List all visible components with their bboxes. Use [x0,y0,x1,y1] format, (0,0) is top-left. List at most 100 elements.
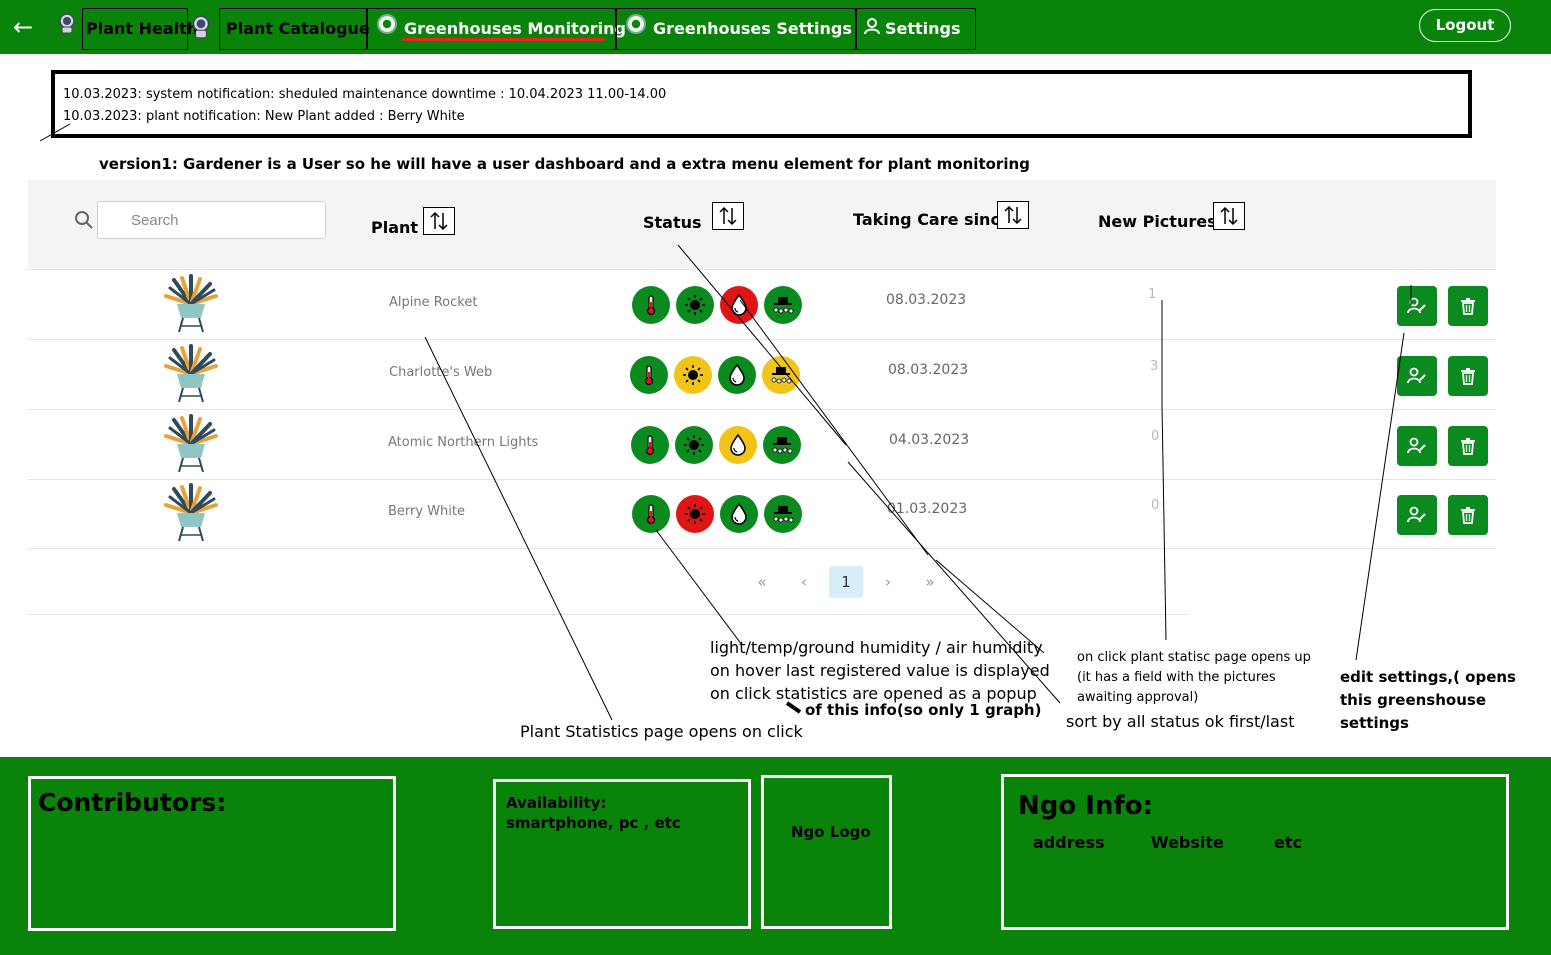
plant-image [160,483,222,543]
row-divider [28,269,1496,270]
status-sun-indicator[interactable] [674,356,712,394]
pagination-last[interactable]: » [913,566,947,598]
plant-annotation: Plant Statistics page opens on click [520,722,803,741]
air-humidity-icon [770,294,796,316]
edit-settings-button[interactable] [1397,356,1437,396]
ngo-info-box: Ngo Info: address Website etc [1001,774,1509,930]
air-humidity-icon [768,364,794,386]
greenhouse-icon [625,10,647,50]
row-divider [28,409,1496,410]
delete-button[interactable] [1448,286,1488,326]
status-thermometer-indicator[interactable] [632,286,670,324]
status-water-drop-indicator[interactable] [719,426,757,464]
version-note: version1: Gardener is a User so he will … [99,155,1030,173]
ngo-address: address [1033,833,1105,852]
status-air-humidity-indicator[interactable] [764,286,802,324]
availability-text: smartphone, pc , etc [506,814,681,832]
plant-name-link[interactable]: Alpine Rocket [389,295,477,310]
tab-plant-health-label[interactable]: Plant Health [82,8,198,50]
status-water-drop-indicator[interactable] [720,495,758,533]
sort-date-button[interactable] [997,201,1029,229]
edit-settings-button[interactable] [1397,286,1437,326]
greenhouse-icon [376,10,398,50]
logout-button[interactable]: Logout [1419,9,1511,42]
air-humidity-icon [769,434,795,456]
thermometer-icon [640,434,660,456]
plant-name-link[interactable]: Berry White [388,504,465,519]
status-water-drop-indicator[interactable] [718,356,756,394]
plant-name-link[interactable]: Atomic Northern Lights [388,435,538,450]
status-sun-indicator[interactable] [676,495,714,533]
tab-plant-catalogue[interactable]: Plant Catalogue [219,8,370,50]
status-sun-indicator[interactable] [675,426,713,464]
user-icon [863,10,881,50]
new-pictures-count[interactable]: 1 [1148,287,1156,302]
ngo-website: Website [1151,833,1224,852]
delete-button[interactable] [1448,426,1488,466]
status-thermometer-indicator[interactable] [631,426,669,464]
sort-pictures-button[interactable] [1213,202,1245,230]
notification-item: 10.03.2023: system notification: shedule… [63,87,667,102]
column-header-new-pictures: New Pictures [1098,212,1217,231]
pagination-prev[interactable]: ‹ [787,566,821,598]
edit-user-icon [1407,297,1427,315]
tab-greenhouses-monitoring[interactable]: Greenhouses Monitoring [367,8,626,50]
search-icon [74,210,94,230]
taking-care-since-date: 08.03.2023 [886,292,967,308]
ngo-logo-placeholder: Ngo Logo [791,823,871,841]
status-thermometer-indicator[interactable] [632,495,670,533]
taking-care-since-date: 04.03.2023 [889,432,970,448]
delete-button[interactable] [1448,356,1488,396]
sort-plant-button[interactable] [423,207,455,235]
water-drop-icon [727,363,747,387]
row-divider [28,614,1188,615]
pagination-next[interactable]: › [871,566,905,598]
new-pictures-count[interactable]: 0 [1151,429,1159,444]
thermometer-icon [641,503,661,525]
status-water-drop-indicator[interactable] [720,286,758,324]
status-air-humidity-indicator[interactable] [763,426,801,464]
new-pictures-count[interactable]: 3 [1150,359,1158,374]
ngo-logo-box: Ngo Logo [761,775,892,929]
back-arrow-icon[interactable]: ← [8,12,38,42]
edit-user-icon [1407,367,1427,385]
sun-icon [682,364,704,386]
status-air-humidity-indicator[interactable] [764,495,802,533]
tab-settings[interactable]: Settings [856,8,976,50]
status-air-humidity-indicator[interactable] [762,356,800,394]
pictures-annotation: on click plant statisc page opens up (it… [1077,650,1311,705]
delete-button[interactable] [1448,495,1488,535]
contributors-title: Contributors: [38,788,227,817]
taking-care-since-date: 08.03.2023 [888,362,969,378]
status-sun-indicator[interactable] [676,286,714,324]
astronaut-icon [189,14,213,44]
row-divider [28,339,1496,340]
pagination-current-page[interactable]: 1 [829,566,863,598]
plant-image [160,274,222,334]
plant-image [160,344,222,404]
astronaut-icon [56,9,78,49]
new-pictures-count[interactable]: 0 [1151,498,1159,513]
plant-name-link[interactable]: Charlotte's Web [389,365,492,380]
sort-status-button[interactable] [712,202,744,230]
tab-greenhouses-settings[interactable]: Greenhouses Settings [616,8,856,50]
settings-annotation: edit settings,( opens this greenshouse s… [1340,668,1516,732]
availability-title: Availability: [506,794,607,812]
availability-box: Availability: smartphone, pc , etc [493,779,751,929]
trash-icon [1460,437,1476,455]
pagination-first[interactable]: « [745,566,779,598]
edit-settings-button[interactable] [1397,495,1437,535]
sun-icon [684,503,706,525]
status-thermometer-indicator[interactable] [630,356,668,394]
notification-item: 10.03.2023: plant notification: New Plan… [63,109,465,124]
edit-settings-button[interactable] [1397,426,1437,466]
water-drop-icon [729,502,749,526]
status-annotation-bold: of this info(so only 1 graph) [805,701,1042,719]
taking-care-since-date: 01.03.2023 [887,501,968,517]
trash-icon [1460,297,1476,315]
ngo-etc: etc [1274,833,1302,852]
search-input[interactable] [97,201,326,239]
sun-icon [684,294,706,316]
sun-icon [683,434,705,456]
trash-icon [1460,367,1476,385]
